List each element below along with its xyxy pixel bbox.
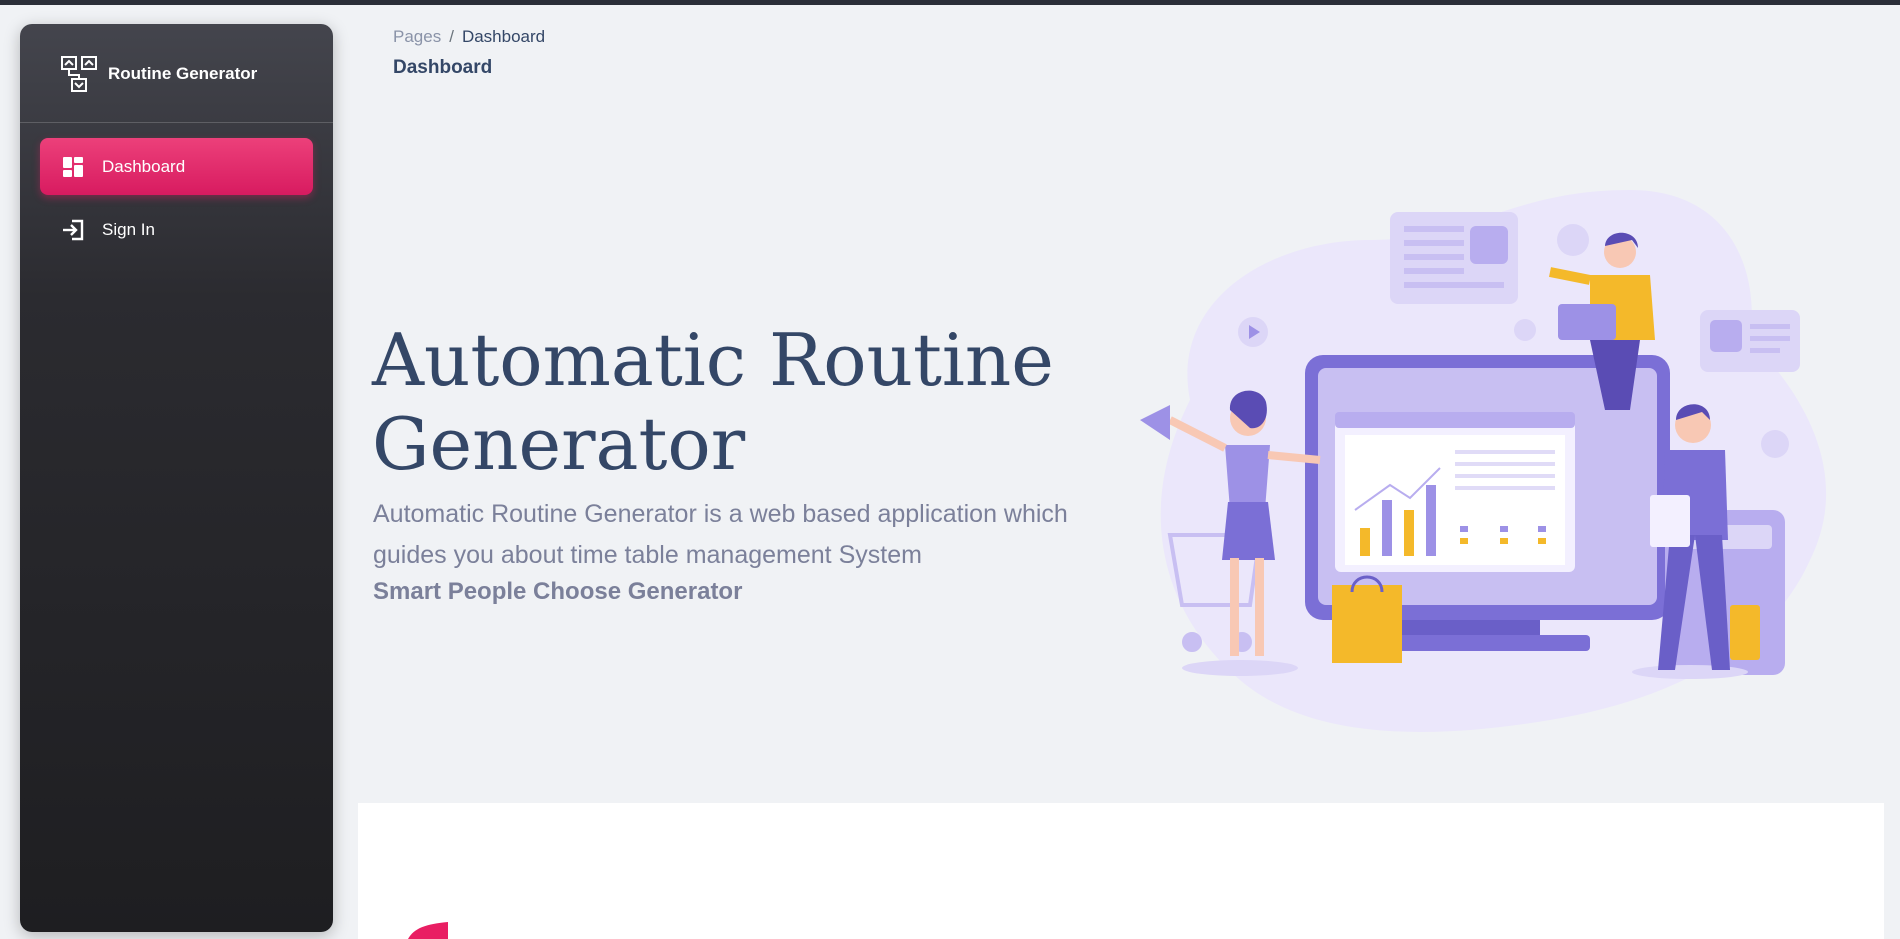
sidebar-item-sign-in[interactable]: Sign In [40, 201, 313, 258]
content-card [358, 803, 1884, 939]
chat-bubble-cart-right [1700, 310, 1800, 372]
top-bar [0, 0, 1900, 5]
sidebar-item-label: Dashboard [102, 156, 186, 176]
brand[interactable]: Routine Generator [20, 24, 333, 123]
breadcrumb-root[interactable]: Pages [393, 27, 441, 46]
hero-description: Automatic Routine Generator is a web bas… [373, 500, 1068, 569]
like-bubble-top [1514, 319, 1536, 341]
sidebar-item-label: Sign In [102, 219, 155, 239]
login-icon [62, 219, 84, 241]
sidebar-item-dashboard[interactable]: Dashboard [40, 138, 313, 195]
dashboard-icon [62, 156, 84, 178]
hero-illustration [1140, 190, 1827, 732]
card-accent-shape [408, 922, 448, 939]
brand-name: Routine Generator [108, 63, 258, 83]
sidebar: Routine Generator Dashboard Sign In [20, 24, 333, 932]
flowchart-logo-icon [61, 55, 97, 92]
like-bubble-right [1761, 430, 1789, 458]
page-title: Dashboard [393, 57, 493, 78]
breadcrumb-separator: / [449, 27, 454, 46]
breadcrumb: Pages / Dashboard [393, 27, 545, 47]
shopping-bag [1332, 575, 1402, 663]
heart-bubble [1557, 224, 1589, 256]
sidebar-divider [20, 122, 333, 123]
breadcrumb-current: Dashboard [461, 27, 546, 46]
hero-tagline: Smart People Choose Generator [373, 578, 743, 605]
hero-title: Automatic Routine Generator [372, 318, 1054, 486]
chat-bubble-cart-left [1390, 212, 1518, 304]
